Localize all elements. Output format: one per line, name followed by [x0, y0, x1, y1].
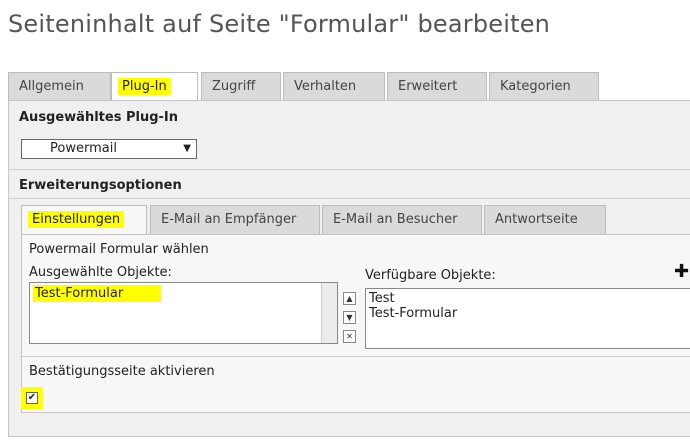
move-up-icon[interactable]: ▲ [343, 292, 356, 305]
tab-erweitert[interactable]: Erweitert [387, 72, 487, 101]
chevron-down-icon: ▼ [183, 143, 191, 154]
selected-objects-label: Ausgewählte Objekte: [29, 265, 172, 280]
divider [9, 198, 690, 199]
checkmark-icon: ✔ [27, 392, 37, 403]
plugin-section-label: Ausgewähltes Plug-In [19, 110, 178, 125]
plugin-panel: Ausgewähltes Plug-In Powermail ▼ Erweite… [8, 100, 690, 437]
tab-label: Erweitert [398, 79, 458, 94]
available-objects-list[interactable]: Test Test-Formular [365, 288, 690, 349]
tab-label: E-Mail an Besucher [333, 212, 458, 227]
tab-label: Antwortseite [495, 212, 578, 227]
selected-objects-list[interactable]: Test-Formular [29, 282, 338, 344]
available-objects-label: Verfügbare Objekte: [365, 268, 496, 283]
tab-antwortseite[interactable]: Antwortseite [484, 205, 606, 234]
page-title: Seiteninhalt auf Seite "Formular" bearbe… [8, 10, 551, 38]
tab-label: Zugriff [212, 79, 256, 94]
form-chooser-label: Powermail Formular wählen [29, 242, 209, 257]
tab-label: Verhalten [294, 79, 357, 94]
tab-verhalten[interactable]: Verhalten [283, 72, 385, 101]
scrollbar[interactable] [321, 283, 337, 343]
tab-allgemein[interactable]: Allgemein [8, 72, 111, 101]
plugin-select-value: Powermail [50, 141, 117, 156]
tab-label: E-Mail an Empfänger [161, 212, 297, 227]
extension-section-label: Erweiterungsoptionen [19, 178, 182, 193]
confirmation-label: Bestätigungsseite aktivieren [29, 364, 215, 379]
remove-icon[interactable]: ✕ [343, 330, 356, 343]
list-item[interactable]: Test-Formular [369, 306, 687, 321]
settings-panel: Powermail Formular wählen Ausgewählte Ob… [21, 234, 690, 413]
tab-zugriff[interactable]: Zugriff [201, 72, 281, 101]
tab-email-besucher[interactable]: E-Mail an Besucher [322, 205, 482, 234]
tab-kategorien[interactable]: Kategorien [489, 72, 599, 101]
add-icon[interactable]: ✚ [674, 263, 689, 281]
divider [22, 356, 690, 357]
plugin-select[interactable]: Powermail ▼ [21, 139, 197, 159]
tab-label: Plug-In [118, 78, 171, 95]
list-item[interactable]: Test-Formular [33, 285, 161, 302]
tab-email-empfaenger[interactable]: E-Mail an Empfänger [150, 205, 320, 234]
confirmation-checkbox[interactable]: ✔ [26, 392, 38, 404]
tab-label: Allgemein [19, 79, 84, 94]
tab-label: Einstellungen [28, 211, 125, 228]
confirmation-checkbox-highlight: ✔ [21, 387, 43, 409]
divider [9, 169, 690, 170]
tab-label: Kategorien [500, 79, 571, 94]
tab-einstellungen[interactable]: Einstellungen [21, 205, 147, 235]
tab-plug-in[interactable]: Plug-In [111, 72, 198, 102]
move-down-icon[interactable]: ▼ [343, 311, 356, 324]
list-item[interactable]: Test [369, 291, 687, 306]
